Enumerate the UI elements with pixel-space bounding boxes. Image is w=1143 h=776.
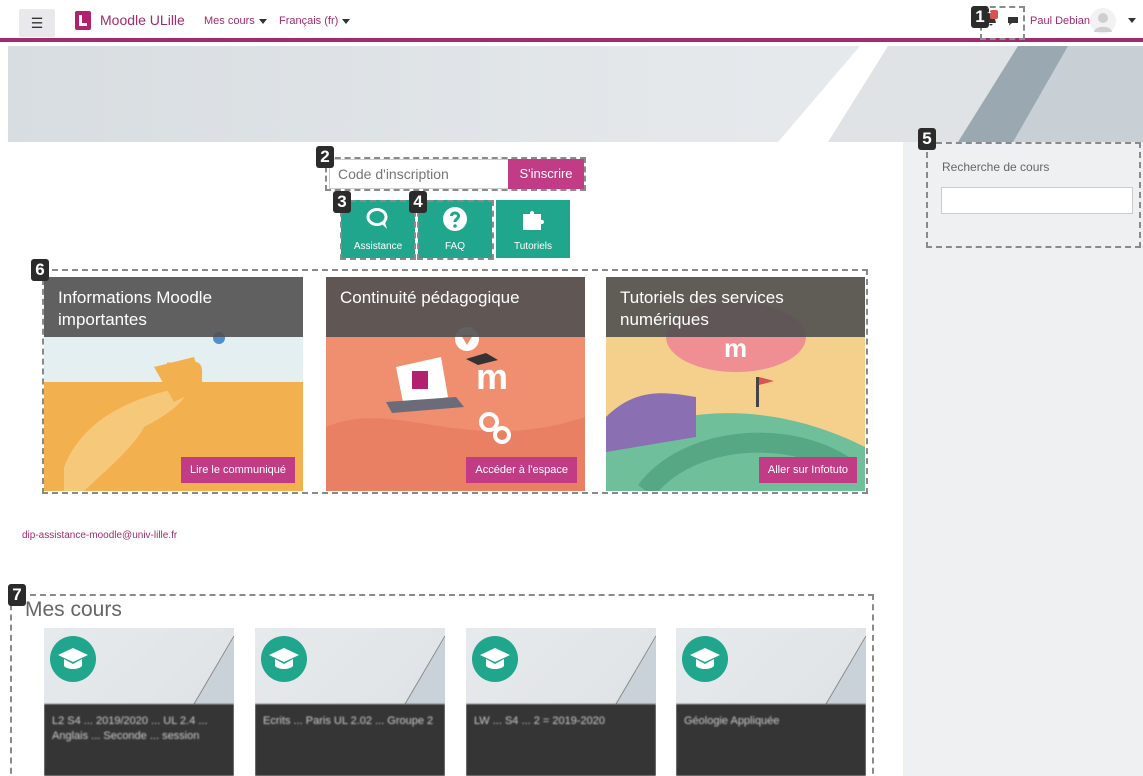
course-card[interactable]: Ecrits ... Paris UL 2.02 ... Groupe 2 (255, 628, 445, 776)
svg-text:m: m (164, 345, 205, 397)
course-banner (255, 628, 445, 704)
course-title: LW ... S4 ... 2 = 2019-2020 (466, 704, 656, 776)
header-banner (8, 46, 1143, 142)
puzzle-icon (523, 211, 544, 230)
course-banner (44, 628, 234, 704)
card-informations: m Informations Moodle importantes Lire l… (44, 277, 303, 491)
course-card[interactable]: L2 S4 ... 2019/2020 ... UL 2.4 ... Angla… (44, 628, 234, 776)
tutorials-button[interactable]: Tutoriels (496, 200, 570, 258)
my-courses-heading: Mes cours (25, 598, 122, 621)
card-title: Informations Moodle importantes (44, 277, 303, 337)
graduation-cap-icon (472, 636, 518, 682)
faq-label: FAQ (444, 241, 465, 252)
assistance-button[interactable]: Assistance (341, 200, 415, 258)
language-menu[interactable]: Français (fr) (279, 15, 351, 27)
ulille-logo[interactable] (75, 11, 91, 30)
graduation-cap-icon (50, 636, 96, 682)
chevron-down-icon (258, 18, 267, 24)
user-name[interactable]: Paul Debian (1030, 15, 1090, 27)
chat-bubbles-icon (366, 208, 388, 229)
tutorials-label: Tutoriels (514, 241, 552, 252)
graduation-cap-icon (261, 636, 307, 682)
annotation-label-3: 3 (333, 191, 351, 213)
card-continuite: m Continuité pédagogique Accéder à l'esp… (326, 277, 585, 491)
card-title: Tutoriels des services numériques (606, 277, 865, 337)
annotation-label-5: 5 (918, 128, 936, 150)
read-communique-button[interactable]: Lire le communiqué (181, 457, 295, 483)
hamburger-icon[interactable]: ☰ (19, 9, 55, 37)
course-title: L2 S4 ... 2019/2020 ... UL 2.4 ... Angla… (44, 704, 234, 776)
avatar[interactable] (1090, 8, 1116, 34)
annotation-label-2: 2 (316, 146, 334, 168)
course-title: Géologie Appliquée (676, 704, 866, 776)
annotation-label-7: 7 (8, 584, 26, 606)
enrol-button[interactable]: S'inscrire (508, 159, 584, 189)
assistance-label: Assistance (353, 241, 403, 252)
course-card[interactable]: Géologie Appliquée (676, 628, 866, 776)
card-tutoriels: m Tutoriels des services numériques Alle… (606, 277, 865, 491)
annotation-label-6: 6 (31, 259, 49, 281)
course-card[interactable]: LW ... S4 ... 2 = 2019-2020 (466, 628, 656, 776)
enrolment-code-input[interactable] (329, 159, 508, 189)
annotation-label-4: 4 (409, 191, 427, 213)
course-banner (676, 628, 866, 704)
language-label: Français (fr) (279, 15, 339, 27)
infotuto-button[interactable]: Aller sur Infotuto (758, 457, 857, 483)
course-banner (466, 628, 656, 704)
course-title: Ecrits ... Paris UL 2.02 ... Groupe 2 (255, 704, 445, 776)
question-icon (443, 207, 467, 231)
card-title: Continuité pédagogique (326, 277, 585, 337)
my-courses-label: Mes cours (204, 15, 255, 27)
access-space-button[interactable]: Accéder à l'espace (466, 457, 577, 483)
faq-button[interactable]: FAQ (418, 200, 492, 258)
chevron-down-icon[interactable] (1128, 18, 1136, 23)
svg-text:m: m (724, 333, 747, 363)
chat-icon[interactable] (1007, 16, 1019, 26)
chevron-down-icon (342, 18, 351, 24)
course-search-label: Recherche de cours (942, 160, 1050, 174)
notification-count: 1 (987, 6, 992, 15)
site-brand[interactable]: Moodle ULille (100, 12, 185, 28)
course-search-input[interactable] (941, 187, 1133, 214)
right-side-panel (903, 142, 1143, 776)
my-courses-menu[interactable]: Mes cours (204, 15, 267, 27)
graduation-cap-icon (682, 636, 728, 682)
contact-email-link[interactable]: dip-assistance-moodle@univ-lille.fr (22, 530, 177, 541)
